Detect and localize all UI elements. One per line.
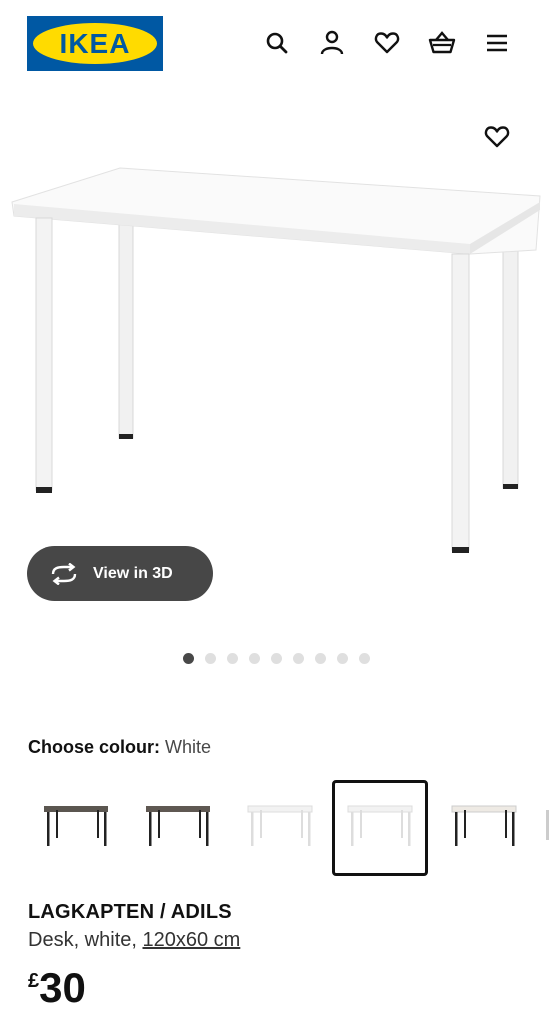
product-description: Desk, white, 120x60 cm xyxy=(28,929,240,952)
menu-icon[interactable] xyxy=(480,26,514,60)
carousel-dots xyxy=(183,653,370,664)
logo-text: IKEA xyxy=(59,27,131,59)
colour-option-dark-grey[interactable] xyxy=(28,780,124,876)
search-icon[interactable] xyxy=(260,26,294,60)
logo-oval: IKEA xyxy=(33,23,157,64)
carousel-dot[interactable] xyxy=(315,653,326,664)
favourite-button[interactable] xyxy=(480,120,514,154)
ikea-logo[interactable]: IKEA xyxy=(27,16,163,71)
view-in-3d-button[interactable]: View in 3D xyxy=(27,546,213,601)
carousel-dot[interactable] xyxy=(249,653,260,664)
colour-option-white-selected[interactable] xyxy=(332,780,428,876)
rotate-3d-icon xyxy=(51,562,77,585)
colour-chooser-label: Choose colour: White xyxy=(28,737,211,758)
colour-option-white[interactable] xyxy=(232,780,328,876)
carousel-dot[interactable] xyxy=(183,653,194,664)
carousel-dot[interactable] xyxy=(337,653,348,664)
basket-icon[interactable] xyxy=(425,26,459,60)
colour-option-white-black[interactable] xyxy=(436,780,532,876)
product-name: LAGKAPTEN / ADILS xyxy=(28,901,232,923)
price-currency: £ xyxy=(28,970,40,992)
product-size-link[interactable]: 120x60 cm xyxy=(142,929,240,951)
view-in-3d-label: View in 3D xyxy=(93,564,173,582)
colour-option-partial[interactable] xyxy=(546,810,549,840)
heart-icon[interactable] xyxy=(370,26,404,60)
carousel-dot[interactable] xyxy=(293,653,304,664)
account-icon[interactable] xyxy=(315,26,349,60)
product-image-desk xyxy=(11,167,541,553)
header: IKEA xyxy=(0,0,552,88)
carousel-dot[interactable] xyxy=(227,653,238,664)
heart-icon xyxy=(484,126,510,148)
price-amount: 30 xyxy=(39,964,86,1011)
product-price: £ 30 xyxy=(28,964,86,1012)
colour-swatches xyxy=(0,780,552,878)
colour-value: White xyxy=(165,737,212,757)
carousel-dot[interactable] xyxy=(205,653,216,664)
carousel-dot[interactable] xyxy=(359,653,370,664)
colour-option-dark-grey-2[interactable] xyxy=(130,780,226,876)
colour-label: Choose colour: xyxy=(28,737,161,757)
carousel-dot[interactable] xyxy=(271,653,282,664)
product-desc-text: Desk, white, xyxy=(28,929,143,951)
